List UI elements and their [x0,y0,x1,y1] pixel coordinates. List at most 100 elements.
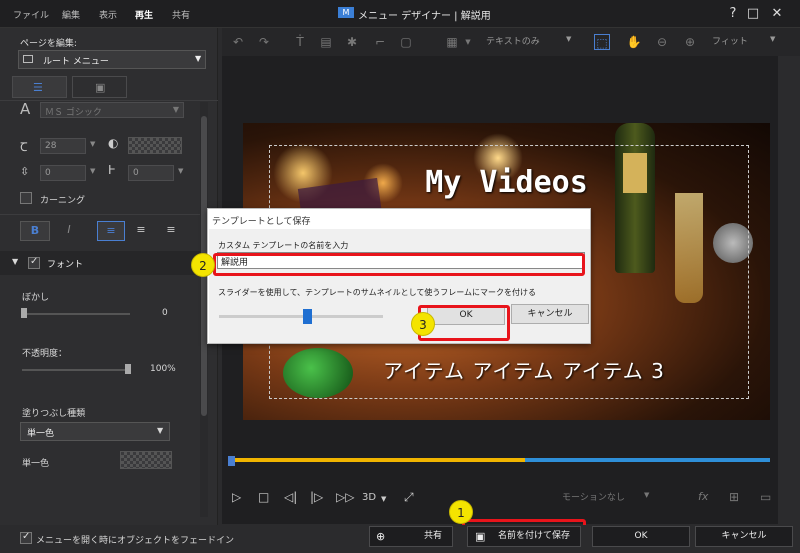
ok-button[interactable]: OK [592,526,690,547]
menu-file[interactable]: ファイル [13,8,49,21]
menu-edit[interactable]: 編集 [62,8,80,21]
select-tool-icon[interactable]: ⬚ [594,34,610,50]
zoom-in-icon[interactable]: ⊕ [682,34,698,50]
title-bar: ファイル 編集 表示 再生 共有 M メニュー デザイナー | 解説用 ? □ … [0,0,800,28]
chevron-down-icon[interactable]: ▼ [381,495,386,503]
solid-color-label: 単一色 [22,459,50,469]
fast-forward-icon[interactable]: ▷▷ [336,490,354,504]
bold-button[interactable]: B [20,221,50,241]
add-button-icon[interactable]: ▤ [318,34,334,50]
blur-label: ぼかし [22,293,50,303]
thumbnail-slider[interactable] [219,315,383,318]
motion-value: モーションなし [562,493,625,503]
menu-play[interactable]: 再生 [135,8,153,21]
chevron-down-icon[interactable]: ▼ [460,34,476,50]
motion-select[interactable]: モーションなし ▼ [562,490,654,506]
stop-icon[interactable]: □ [258,490,269,504]
chevron-down-icon: ▼ [644,491,650,499]
zoom-out-icon[interactable]: ⊖ [654,34,670,50]
text-mode-select[interactable]: テキストのみ ▼ [486,34,576,50]
thumbnail-slider-prompt: スライダーを使用して、テンプレートのサムネイルとして使うフレームにマークを付ける [218,288,536,297]
blur-slider[interactable] [22,313,130,315]
char-spacing-input[interactable]: 0 [128,165,174,181]
align-center-icon: ≡ [136,223,146,236]
grid-icon[interactable]: ▦ [444,34,460,50]
menu-items[interactable]: アイテム アイテム アイテム 3 [383,355,665,384]
blur-slider-thumb[interactable] [21,308,27,318]
redo-icon[interactable]: ↷ [256,34,272,50]
fullscreen-icon[interactable]: ⤢ [404,490,414,505]
edit-panel: ページを編集: ルート メニュー ▼ ☰ ▣ A ＭＳ ゴシック ▼ Ꞇ 28 … [0,28,218,525]
share-button[interactable]: ⊕ 共有 [369,526,453,547]
font-size-icon: Ꞇ [20,140,28,154]
opacity-slider[interactable] [22,369,130,371]
check-icon: ✓ [22,531,31,542]
chevron-down-icon[interactable]: ▼ [90,167,95,175]
opacity-slider-thumb[interactable] [125,364,131,374]
tab-object-properties[interactable]: ▣ [72,76,127,98]
font-size-input[interactable]: 28 [40,138,86,154]
line-spacing-value: 0 [45,168,51,178]
font-section-label: フォント [47,260,84,270]
undo-icon[interactable]: ↶ [230,34,246,50]
play-icon[interactable]: ▷ [232,490,241,504]
app-logo-icon: M [338,7,354,18]
font-name-value: ＭＳ ゴシック [45,108,102,118]
close-icon[interactable]: ✕ [768,5,786,23]
fade-in-checkbox[interactable]: ✓ [20,531,32,544]
page-select[interactable]: ルート メニュー ▼ [18,50,206,69]
dialog-cancel-button[interactable]: キャンセル [511,304,589,324]
timeline-playhead[interactable] [228,456,235,466]
zoom-value: フィット [712,37,748,47]
font-effect-checkbox[interactable]: ✓ [28,256,40,269]
kerning-checkbox[interactable] [20,192,32,204]
opacity-label: 不透明度： [22,349,68,359]
zoom-select[interactable]: フィット ▼ [712,34,782,50]
menu-share[interactable]: 共有 [172,8,190,21]
screen-icon[interactable]: ▭ [760,490,771,504]
layout-icon[interactable]: ⊞ [729,490,739,504]
crop-icon[interactable]: ⌐ [372,34,388,50]
save-as-label: 名前を付けて保存 [498,531,571,541]
save-icon: ▣ [475,530,486,543]
fill-type-select[interactable]: 単一色 ▼ [20,422,170,441]
check-icon: ✓ [30,256,39,267]
cancel-button[interactable]: キャンセル [695,526,793,547]
font-color-icon: ◐ [108,136,119,150]
page-icon [23,55,33,63]
safe-area-icon[interactable]: ▢ [398,34,414,50]
restore-icon[interactable]: □ [744,5,762,23]
next-frame-icon[interactable]: |▷ [310,490,323,504]
align-right-button[interactable]: ≡ [157,221,185,241]
chevron-down-icon[interactable]: ▼ [90,140,95,148]
chevron-down-icon[interactable]: ▼ [178,167,183,175]
font-section-header[interactable]: ▼ ✓ フォント [0,251,200,275]
text-mode-value: テキストのみ [486,37,540,47]
solid-color-swatch[interactable] [120,451,172,469]
add-text-icon[interactable]: Ṫ [292,34,308,50]
line-spacing-input[interactable]: 0 [40,165,86,181]
font-name-select[interactable]: ＭＳ ゴシック ▼ [40,102,184,118]
menu-view[interactable]: 表示 [99,8,117,21]
italic-button[interactable]: I [56,221,82,241]
timeline-progress [232,458,525,462]
help-icon[interactable]: ? [724,5,742,23]
menu-title[interactable]: My Videos [243,165,770,200]
template-name-prompt: カスタム テンプレートの名前を入力 [218,241,349,250]
font-color-swatch[interactable] [128,137,182,154]
align-left-button[interactable]: ≡ [97,221,125,241]
share-label: 共有 [424,531,443,541]
chevron-down-icon: ▼ [157,426,164,435]
tab-text-properties[interactable]: ☰ [12,76,67,98]
fx-icon[interactable]: fx [698,490,708,503]
prev-frame-icon[interactable]: ◁| [284,490,297,504]
dialog-body: カスタム テンプレートの名前を入力 解説用 スライダーを使用して、テンプレートの… [209,229,590,343]
thumbnail-slider-thumb[interactable] [303,309,312,324]
font-icon: A [20,100,31,118]
align-center-button[interactable]: ≡ [127,221,155,241]
add-object-icon[interactable]: ✱ [344,34,360,50]
hand-tool-icon[interactable]: ✋ [626,34,642,50]
save-as-button[interactable]: ▣ 名前を付けて保存 [467,526,581,547]
timeline-bar[interactable] [232,458,770,462]
3d-toggle[interactable]: 3D [362,492,376,503]
